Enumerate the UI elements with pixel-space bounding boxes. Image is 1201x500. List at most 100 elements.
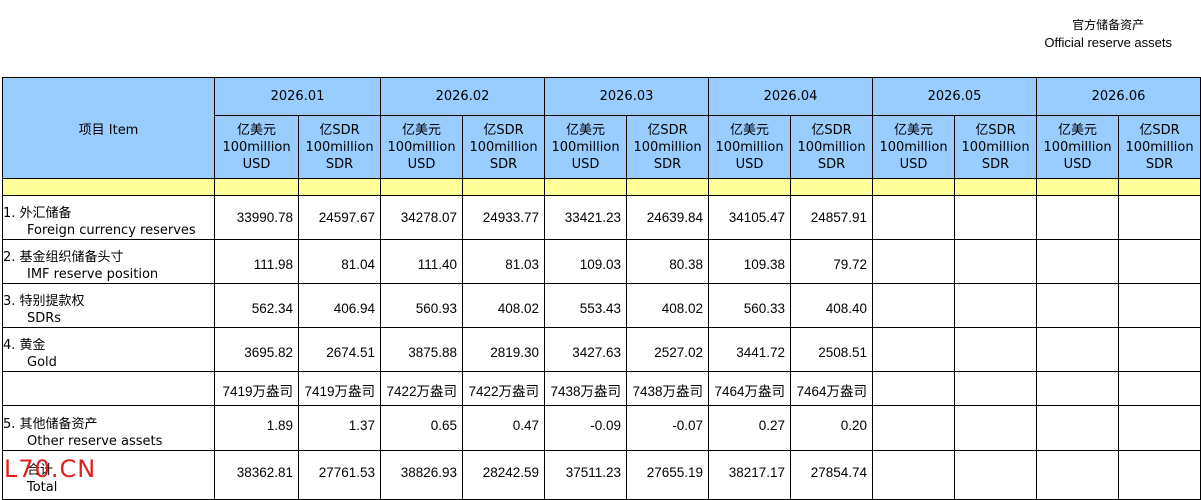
unit-usd-header: 亿美元 100million USD [708,115,791,179]
value-text: 408.02 [661,301,703,316]
value-cell [1036,283,1119,328]
unit-line: 亿SDR [811,122,852,138]
value-cell: 0.27 [708,405,791,451]
unit-line: 亿美元 [401,122,441,138]
value-text: 34105.47 [728,210,785,225]
row-label-zh: 1. 外汇储备 [3,206,72,221]
value-text: 0.20 [840,418,867,433]
value-text: 3695.82 [244,345,293,360]
unit-line: 100million [551,139,620,155]
value-cell: 24857.91 [790,195,873,240]
value-cell: 28242.59 [462,450,545,500]
value-cell: 7438万盎司 [544,371,627,406]
unit-line: 100million [961,139,1030,155]
value-text: 0.47 [512,418,539,433]
unit-line: USD [735,156,764,172]
unit-line: USD [571,156,600,172]
table-row: 2. 基金组织储备头寸 IMF reserve position 111.98 81.… [2,239,1201,284]
value-cell [1118,239,1201,284]
row-label-zh: 4. 黄金 [3,338,46,353]
value-cell: 7464万盎司 [790,371,873,406]
value-cell [954,327,1037,372]
row-label: 2. 基金组织储备头寸 IMF reserve position [2,239,215,284]
unit-line: 亿美元 [729,122,769,138]
value-text: 7438万盎司 [632,384,703,399]
row-label: 1. 外汇储备 Foreign currency reserves [2,195,215,240]
month-header: 2026.03 [544,77,709,116]
value-text: 37511.23 [565,465,621,480]
value-text: -0.09 [590,418,621,433]
unit-line: 亿SDR [647,122,688,138]
value-text: 24857.91 [810,210,867,225]
value-cell: 27761.53 [298,450,381,500]
value-text: 7464万盎司 [714,384,785,399]
month-header: 2026.02 [380,77,545,116]
unit-line: 亿SDR [483,122,524,138]
value-cell [1118,195,1201,240]
value-cell: 38826.93 [380,450,463,500]
table-row: 7419万盎司 7419万盎司 7422万盎司 7422万盎司 7438万盎司 7438万… [2,371,1201,406]
value-cell: 560.33 [708,283,791,328]
value-cell: 33421.23 [544,195,627,240]
value-cell [1036,405,1119,451]
value-cell: 2508.51 [790,327,873,372]
spacer-cell [708,178,791,196]
value-cell [954,371,1037,406]
unit-sdr-header: 亿SDR 100million SDR [1118,115,1201,179]
value-cell: 0.47 [462,405,545,451]
value-cell: 80.38 [626,239,709,284]
value-cell: 81.04 [298,239,381,284]
value-cell: 2674.51 [298,327,381,372]
unit-line: 亿美元 [1057,122,1097,138]
value-cell: 24597.67 [298,195,381,240]
row-label: 5. 其他储备资产 Other reserve assets [2,405,215,451]
value-cell [954,450,1037,500]
value-text: 0.27 [758,418,785,433]
value-text: 38362.81 [236,465,293,480]
unit-usd-header: 亿美元 100million USD [872,115,955,179]
unit-sdr-header: 亿SDR 100million SDR [462,115,545,179]
unit-line: USD [899,156,928,172]
value-text: 79.72 [833,257,867,272]
unit-line: 100million [1043,139,1112,155]
value-cell [1036,450,1119,500]
value-text: 27655.19 [646,465,703,480]
value-text: 7422万盎司 [468,384,539,399]
value-cell: 3695.82 [214,327,299,372]
value-text: 3875.88 [408,345,457,360]
spacer-cell [872,178,955,196]
spacer-cell [214,178,299,196]
value-cell: 7464万盎司 [708,371,791,406]
value-text: 24639.84 [646,210,703,225]
value-cell: 33990.78 [214,195,299,240]
value-cell: 111.40 [380,239,463,284]
spacer-cell [790,178,873,196]
value-cell: 24933.77 [462,195,545,240]
value-text: 7422万盎司 [386,384,457,399]
value-text: 2508.51 [818,345,867,360]
unit-line: 100million [387,139,456,155]
value-cell: 109.03 [544,239,627,284]
value-cell [872,283,955,328]
value-cell [1036,239,1119,284]
unit-line: SDR [325,156,354,172]
value-text: 24933.77 [482,210,539,225]
value-cell: 27854.74 [790,450,873,500]
value-text: 7419万盎司 [222,384,293,399]
unit-line: 100million [222,139,291,155]
unit-line: 亿美元 [565,122,605,138]
row-label: 4. 黄金 Gold [2,327,215,372]
value-text: 1.89 [266,418,293,433]
value-cell [1036,195,1119,240]
value-cell: 38217.17 [708,450,791,500]
value-text: 24597.67 [318,210,375,225]
value-text: 27854.74 [810,465,867,480]
value-text: 0.65 [430,418,457,433]
row-label-zh: 5. 其他储备资产 [3,417,98,432]
row-label: 合计 Total [2,450,215,500]
value-cell: 109.38 [708,239,791,284]
value-cell: 553.43 [544,283,627,328]
value-cell [872,195,955,240]
unit-line: SDR [1145,156,1174,172]
spacer-row [2,178,1201,196]
